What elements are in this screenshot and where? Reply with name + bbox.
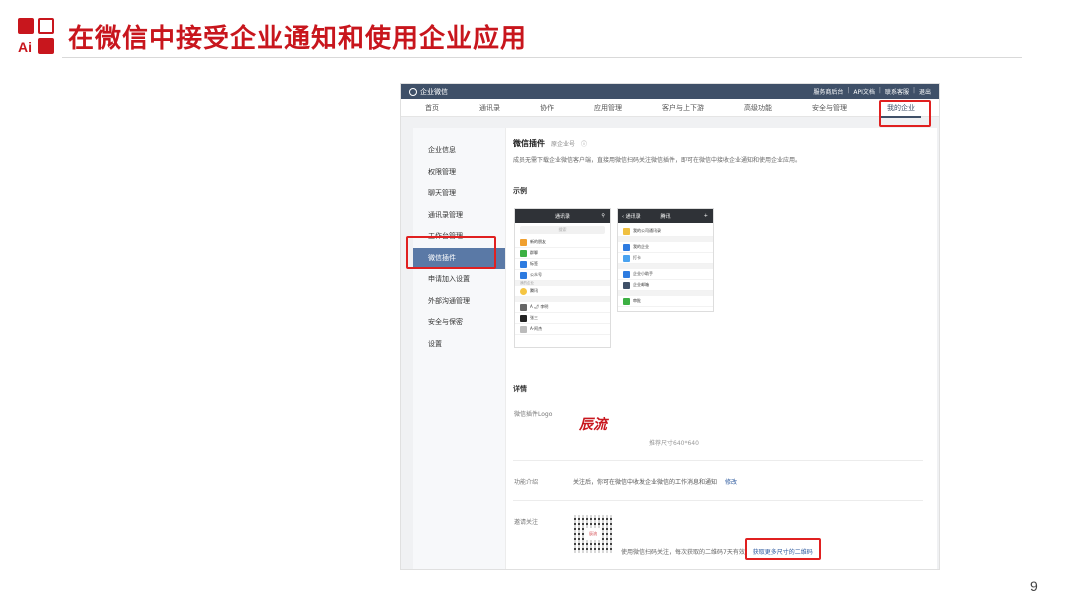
sidebar-item-join-settings[interactable]: 申请加入设置 bbox=[413, 269, 505, 291]
phone-left-search: 搜索 bbox=[520, 226, 605, 234]
slide-divider bbox=[62, 57, 1022, 58]
phone-right-row: 企业邮箱 bbox=[633, 282, 649, 287]
more-qr-sizes-link[interactable]: 获取更多尺寸的二维码 bbox=[753, 549, 813, 556]
sidebar-item-settings[interactable]: 设置 bbox=[413, 334, 505, 356]
edit-intro-link[interactable]: 修改 bbox=[725, 479, 737, 486]
phone-left-row: 公众号 bbox=[530, 272, 542, 277]
info-icon[interactable]: ⓘ bbox=[581, 139, 587, 148]
slide-logo: Ai bbox=[18, 18, 58, 58]
sidebar-item-wechat-plugin[interactable]: 微信插件 bbox=[413, 247, 505, 269]
plugin-logo-image[interactable]: 辰流 bbox=[579, 414, 607, 434]
phone-left-contact: 张三 bbox=[530, 315, 538, 320]
intro-text: 关注后，你可在微信中收发企业微信的工作消息和通知 修改 bbox=[573, 477, 737, 486]
phone-right-title: 腾讯 bbox=[660, 213, 671, 220]
sidebar-item-chat[interactable]: 聊天管理 bbox=[413, 183, 505, 205]
sidebar-item-contacts[interactable]: 通讯录管理 bbox=[413, 205, 505, 227]
phone-mockup-company: ‹ 通讯录 腾讯 + 我的公司通讯录 我的企业 打卡 企业小助手 企业邮箱 审批 bbox=[617, 208, 714, 312]
logo-label: 微信插件Logo bbox=[514, 411, 553, 418]
phone-left-contact: A-阿杰 bbox=[530, 326, 543, 331]
phone-left-row: 标签 bbox=[530, 261, 538, 266]
qr-code[interactable]: 辰流 bbox=[574, 515, 612, 553]
app-brand[interactable]: 企业微信 bbox=[409, 87, 448, 97]
invite-label: 邀请关注 bbox=[514, 519, 539, 526]
top-link-logout[interactable]: 退出 bbox=[919, 87, 931, 96]
example-heading: 示例 bbox=[513, 187, 527, 195]
phone-left-title: 通讯录 bbox=[554, 213, 570, 220]
intro-label: 功能介绍 bbox=[514, 479, 539, 486]
avatar bbox=[520, 303, 527, 311]
nav-security[interactable]: 安全与管理 bbox=[810, 103, 849, 113]
company-icon bbox=[520, 287, 527, 295]
person-add-icon: ⚲ bbox=[601, 213, 605, 219]
top-links: 服务商后台 | API文档 | 联系客服 | 退出 bbox=[813, 87, 931, 96]
assistant-icon bbox=[623, 270, 630, 278]
phone-right-row: 我的企业 bbox=[633, 244, 649, 249]
top-link-api[interactable]: API文档 bbox=[853, 87, 875, 96]
phone-mockup-contacts: 通讯录 ⚲ 搜索 新的朋友 群聊 标签 公众号 我的企业 腾讯 A 🌶 李明 张三… bbox=[514, 208, 611, 348]
sidebar: 企业信息 权限管理 聊天管理 通讯录管理 工作台管理 微信插件 申请加入设置 外… bbox=[413, 128, 506, 569]
phone-left-row: 新的朋友 bbox=[530, 239, 546, 244]
divider bbox=[513, 500, 923, 501]
search-bubble-icon bbox=[409, 87, 417, 96]
tag-icon bbox=[520, 260, 527, 268]
nav-collab[interactable]: 协作 bbox=[538, 103, 556, 113]
phone-right-row: 打卡 bbox=[633, 255, 641, 260]
invite-text: 使用微信扫码关注，每次获取的二维码7天有效 获取更多尺寸的二维码 bbox=[621, 547, 813, 556]
phone-left-contact: A 🌶 李明 bbox=[530, 304, 549, 309]
company-icon bbox=[623, 243, 630, 251]
nav-my-company[interactable]: 我的企业 bbox=[881, 103, 921, 118]
approval-icon bbox=[623, 297, 630, 305]
phone-right-row: 审批 bbox=[633, 298, 641, 303]
main-panel: 企业信息 权限管理 聊天管理 通讯录管理 工作台管理 微信插件 申请加入设置 外… bbox=[413, 128, 937, 569]
details-heading: 详情 bbox=[513, 385, 527, 393]
top-link-support[interactable]: 联系客服 bbox=[885, 87, 909, 96]
sidebar-item-security[interactable]: 安全与保密 bbox=[413, 312, 505, 334]
group-chat-icon bbox=[520, 249, 527, 257]
official-account-icon bbox=[520, 271, 527, 279]
intro-description: 关注后，你可在微信中收发企业微信的工作消息和通知 bbox=[573, 479, 718, 486]
qr-logo-icon: 辰流 bbox=[586, 528, 600, 540]
page-number: 9 bbox=[1030, 578, 1038, 594]
nav-contacts[interactable]: 通讯录 bbox=[477, 103, 502, 113]
top-link-vendor[interactable]: 服务商后台 bbox=[813, 87, 843, 96]
app-topbar: 企业微信 服务商后台 | API文档 | 联系客服 | 退出 bbox=[401, 84, 939, 99]
logo-ai-text: Ai bbox=[18, 39, 32, 55]
sidebar-item-company-info[interactable]: 企业信息 bbox=[413, 140, 505, 162]
phone-right-row: 我的公司通讯录 bbox=[633, 228, 661, 233]
brand-name: 企业微信 bbox=[420, 87, 448, 96]
main-nav: 首页 通讯录 协作 应用管理 客户与上下游 高级功能 安全与管理 我的企业 bbox=[401, 99, 939, 118]
page-description: 成员无需下载企业微信客户端，直接用微信扫码关注微信插件，即可在微信中接收企业通知… bbox=[513, 157, 802, 164]
nav-advanced[interactable]: 高级功能 bbox=[742, 103, 774, 113]
phone-right-row: 企业小助手 bbox=[633, 271, 653, 276]
new-friend-icon bbox=[520, 238, 527, 246]
plus-icon: + bbox=[703, 213, 708, 219]
checkin-icon bbox=[623, 254, 630, 262]
page-subtitle: 原企业号 bbox=[551, 141, 576, 148]
slide-title: 在微信中接受企业通知和使用企业应用 bbox=[68, 24, 528, 54]
mail-icon bbox=[623, 281, 630, 289]
divider bbox=[513, 460, 923, 461]
content-area: 微信插件 原企业号 ⓘ 成员无需下载企业微信客户端，直接用微信扫码关注微信插件，… bbox=[513, 128, 933, 569]
folder-icon bbox=[623, 227, 630, 235]
phone-left-contact: 腾讯 bbox=[530, 288, 538, 293]
nav-apps[interactable]: 应用管理 bbox=[592, 103, 624, 113]
avatar bbox=[520, 314, 527, 322]
back-icon: ‹ 通讯录 bbox=[622, 213, 641, 220]
phone-left-row: 群聊 bbox=[530, 250, 538, 255]
logo-size-hint: 推荐尺寸640*640 bbox=[649, 440, 699, 447]
app-screenshot: 企业微信 服务商后台 | API文档 | 联系客服 | 退出 首页 通讯录 协作 应用… bbox=[400, 83, 940, 570]
sidebar-item-workbench[interactable]: 工作台管理 bbox=[413, 226, 505, 248]
sidebar-item-permissions[interactable]: 权限管理 bbox=[413, 162, 505, 184]
nav-home[interactable]: 首页 bbox=[423, 103, 441, 113]
invite-description: 使用微信扫码关注，每次获取的二维码7天有效 bbox=[621, 549, 745, 556]
avatar bbox=[520, 325, 527, 333]
nav-customers[interactable]: 客户与上下游 bbox=[660, 103, 706, 113]
page-title: 微信插件 bbox=[513, 139, 545, 148]
sidebar-item-external[interactable]: 外部沟通管理 bbox=[413, 291, 505, 313]
